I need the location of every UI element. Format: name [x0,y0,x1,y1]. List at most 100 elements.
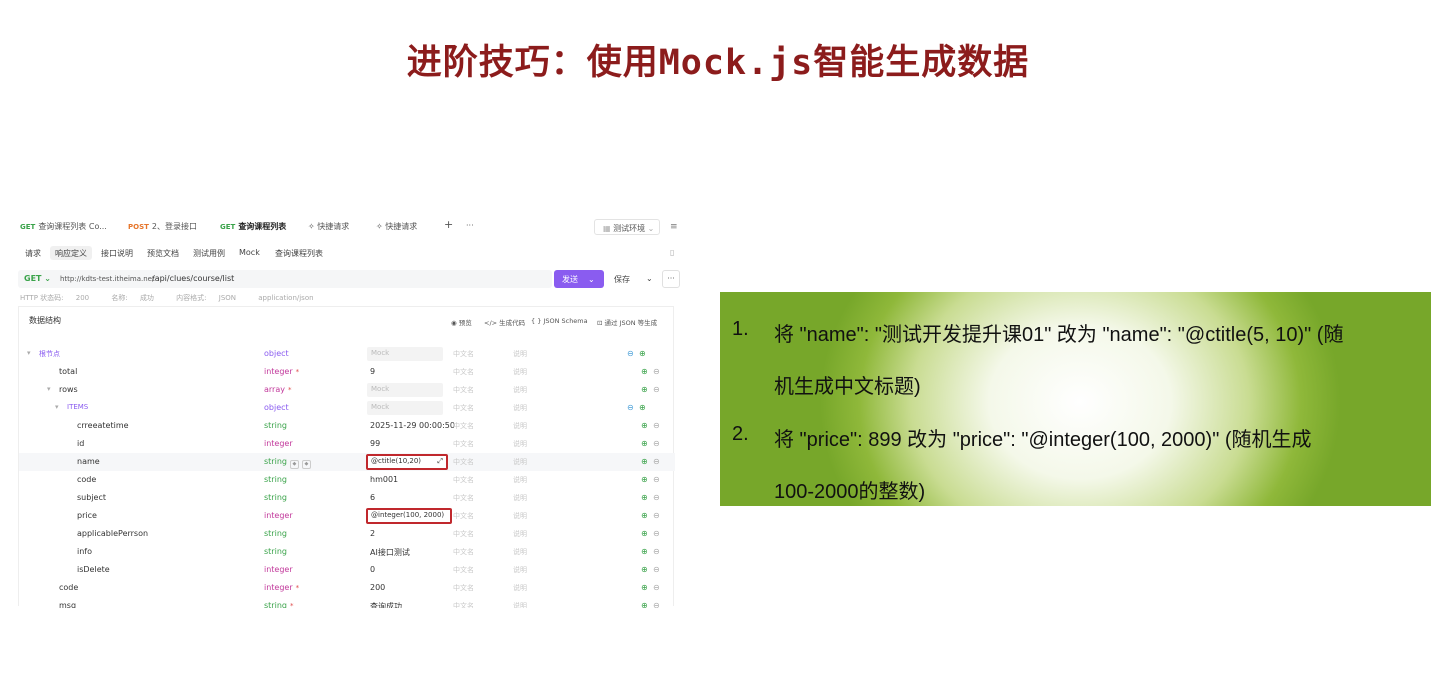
tab-more-button[interactable]: ··· [466,221,474,230]
mock-value[interactable]: 2025-11-29 00:00:50 [370,421,455,430]
field-type[interactable]: string [264,529,287,538]
chinese-name-input[interactable]: 中文名 [453,385,474,395]
field-name[interactable]: price [77,511,97,520]
sub-tab-preview-doc[interactable]: 预览文档 [142,246,184,260]
remove-field-icon[interactable]: ⊖ [653,421,660,430]
mock-input-highlighted[interactable]: @integer(100, 2000) [366,508,452,524]
tab-post-login[interactable]: POST 2、登录接口 [128,221,197,232]
add-field-icon[interactable]: ⊕ [641,457,648,466]
description-input[interactable]: 说明 [513,475,527,485]
chinese-name-input[interactable]: 中文名 [453,565,474,575]
add-field-icon[interactable]: ⊕ [641,439,648,448]
schema-row[interactable]: info string AI接口测试 中文名 说明 ⊕ ⊖ [19,543,675,561]
add-field-icon[interactable]: ⊕ [641,367,648,376]
field-type[interactable]: array * [264,385,291,394]
mock-input[interactable]: Mock [367,401,443,415]
schema-row[interactable]: ▾ rows array * Mock 中文名 说明 ⊕ ⊖ [19,381,675,399]
sub-tab-response-def[interactable]: 响应定义 [50,246,92,260]
remove-field-icon[interactable]: ⊖ [653,601,660,608]
schema-row[interactable]: ▾ ITEMS object Mock 中文名 说明 ⊖ ⊕ [19,399,675,417]
json-schema-button[interactable]: { } JSON Schema [531,317,588,325]
description-input[interactable]: 说明 [513,493,527,503]
mock-value[interactable]: hm001 [370,475,398,484]
field-name[interactable]: applicablePerrson [77,529,148,538]
field-type[interactable]: string [264,547,287,556]
mock-value[interactable]: AI接口测试 [370,547,410,558]
remove-field-icon[interactable]: ⊖ [627,349,634,358]
add-field-icon[interactable]: ⊕ [639,403,646,412]
schema-row[interactable]: id integer 99 中文名 说明 ⊕ ⊖ [19,435,675,453]
remove-field-icon[interactable]: ⊖ [653,385,660,394]
more-button[interactable]: ··· [662,270,680,288]
preview-button[interactable]: ◉ 预览 [451,317,472,327]
field-type[interactable]: string [264,475,287,484]
chinese-name-input[interactable]: 中文名 [453,529,474,539]
description-input[interactable]: 说明 [513,601,527,608]
remove-field-icon[interactable]: ⊖ [653,547,660,556]
field-type[interactable]: integer [264,439,293,448]
save-button[interactable]: 保存 [614,274,630,285]
generate-code-button[interactable]: </> 生成代码 [484,317,525,327]
schema-row[interactable]: name string ◆ ◆ @ctitle(10,20) ⤢ 中文名 说明 ⊕ ⊖ [19,453,675,471]
schema-row[interactable]: applicablePerrson string 2 中文名 说明 ⊕ ⊖ [19,525,675,543]
remove-field-icon[interactable]: ⊖ [653,367,660,376]
schema-row[interactable]: code string hm001 中文名 说明 ⊕ ⊖ [19,471,675,489]
add-field-icon[interactable]: ⊕ [641,565,648,574]
schema-row[interactable]: code integer * 200 中文名 说明 ⊕ ⊖ [19,579,675,597]
chinese-name-input[interactable]: 中文名 [453,511,474,521]
add-field-icon[interactable]: ⊕ [641,385,648,394]
remove-field-icon[interactable]: ⊖ [627,403,634,412]
field-type[interactable]: object [264,403,289,412]
mock-value[interactable]: 6 [370,493,375,502]
mock-input[interactable]: Mock [367,347,443,361]
expand-editor-icon[interactable]: ⤢ [437,457,443,466]
url-input[interactable]: GET ⌄ http://kdts-test.itheima.net /api/… [18,270,552,288]
description-input[interactable]: 说明 [513,403,527,413]
add-field-icon[interactable]: ⊕ [639,349,646,358]
field-type[interactable]: integer [264,565,293,574]
chinese-name-input[interactable]: 中文名 [453,457,474,467]
add-field-icon[interactable]: ⊕ [641,511,648,520]
description-input[interactable]: 说明 [513,547,527,557]
remove-field-icon[interactable]: ⊖ [653,475,660,484]
add-field-icon[interactable]: ⊕ [641,475,648,484]
mock-value[interactable]: 查询成功 [370,601,402,608]
expand-toggle-icon[interactable]: ▾ [55,403,59,411]
schema-row[interactable]: total integer * 9 中文名 说明 ⊕ ⊖ [19,363,675,381]
add-field-icon[interactable]: ⊕ [641,493,648,502]
field-name[interactable]: crreeatetime [77,421,129,430]
remove-field-icon[interactable]: ⊖ [653,565,660,574]
field-type[interactable]: string [264,421,287,430]
add-field-icon[interactable]: ⊕ [641,529,648,538]
tab-quick-request-1[interactable]: ✧ 快捷请求 [308,221,349,232]
send-button[interactable]: 发送 ⌄ [554,270,604,288]
field-name[interactable]: 根节点 [39,349,60,359]
field-type[interactable]: integer * [264,583,299,592]
field-type[interactable]: string * [264,601,293,608]
mock-value[interactable]: 9 [370,367,375,376]
menu-icon[interactable]: ≡ [670,222,678,232]
field-type[interactable]: integer [264,511,293,520]
expand-toggle-icon[interactable]: ▾ [27,349,31,357]
field-name[interactable]: subject [77,493,106,502]
description-input[interactable]: 说明 [513,385,527,395]
remove-field-icon[interactable]: ⊖ [653,493,660,502]
field-name[interactable]: rows [59,385,78,394]
method-select[interactable]: GET ⌄ [24,274,51,283]
schema-row[interactable]: isDelete integer 0 中文名 说明 ⊕ ⊖ [19,561,675,579]
field-name[interactable]: code [77,475,96,484]
mock-input-highlighted[interactable]: @ctitle(10,20) ⤢ [366,454,448,470]
sub-tab-api-desc[interactable]: 接口说明 [96,246,138,260]
chinese-name-input[interactable]: 中文名 [453,493,474,503]
add-tab-button[interactable]: + [444,218,453,231]
remove-field-icon[interactable]: ⊖ [653,529,660,538]
field-name[interactable]: ITEMS [67,403,88,411]
field-type[interactable]: string [264,493,287,502]
expand-toggle-icon[interactable]: ▾ [47,385,51,393]
remove-field-icon[interactable]: ⊖ [653,511,660,520]
chinese-name-input[interactable]: 中文名 [453,475,474,485]
chinese-name-input[interactable]: 中文名 [453,547,474,557]
description-input[interactable]: 说明 [513,511,527,521]
description-input[interactable]: 说明 [513,565,527,575]
field-type[interactable]: integer * [264,367,299,376]
